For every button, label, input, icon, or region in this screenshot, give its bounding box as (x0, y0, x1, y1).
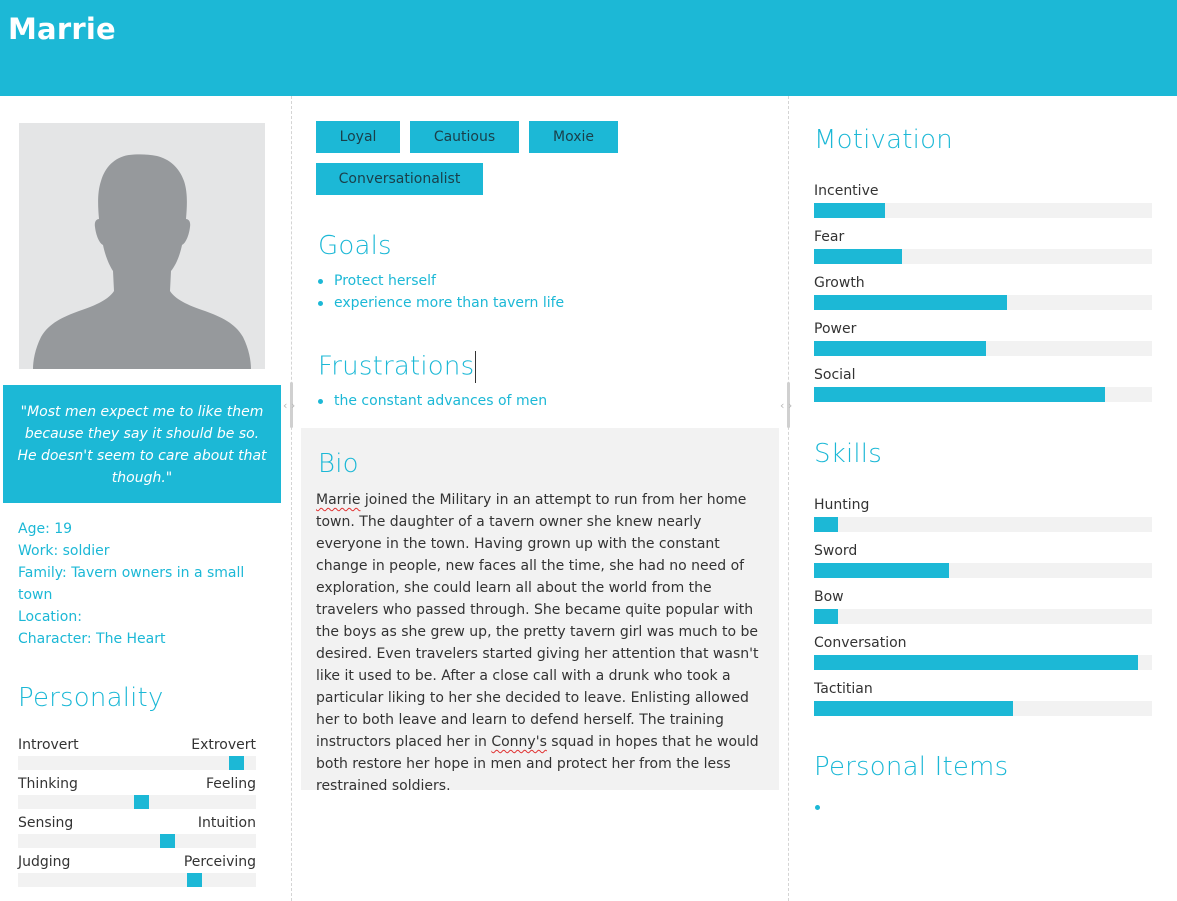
trait-left-label: Introvert (18, 737, 79, 753)
meter-track[interactable] (814, 295, 1152, 310)
meter-fill (814, 609, 838, 624)
meter-track[interactable] (814, 203, 1152, 218)
meter-fill (814, 563, 950, 578)
motivation-social: Social (814, 367, 1152, 407)
meter-label: Growth (814, 275, 865, 291)
fact-location: Location: (18, 609, 82, 625)
trait-slider-track[interactable] (18, 834, 256, 848)
meter-label: Fear (814, 229, 845, 245)
motivation-power: Power (814, 321, 1152, 361)
trait-right-label: Extrovert (191, 737, 256, 753)
meter-label: Sword (814, 543, 858, 559)
list-item[interactable]: experience more than tavern life (318, 292, 564, 314)
trait-right-label: Intuition (197, 815, 256, 831)
tag-moxie[interactable]: Moxie (529, 121, 618, 153)
meter-fill (814, 249, 902, 264)
meter-track[interactable] (814, 517, 1152, 532)
list-item[interactable]: Protect herself (318, 270, 564, 292)
trait-sensing-intuition: Sensing Intuition (18, 815, 256, 854)
frustrations-title[interactable]: Frustrations (318, 351, 477, 383)
motivation-title: Motivation (814, 125, 953, 155)
skill-bow: Bow (814, 589, 1152, 629)
meter-fill (814, 387, 1105, 402)
meter-track[interactable] (814, 341, 1152, 356)
skill-conversation: Conversation (814, 635, 1152, 675)
person-silhouette-icon (33, 154, 251, 369)
fact-character: Character: The Heart (18, 631, 166, 647)
meter-fill (814, 295, 1007, 310)
meter-fill (814, 701, 1014, 716)
frustrations-list: the constant advances of men (318, 390, 547, 412)
right-resize-arrows-icon: ‹ › (780, 399, 793, 412)
trait-slider-knob[interactable] (134, 795, 150, 809)
meter-label: Incentive (814, 183, 879, 199)
meter-fill (814, 341, 987, 356)
motivation-growth: Growth (814, 275, 1152, 315)
meter-track[interactable] (814, 655, 1152, 670)
left-resize-arrows-icon: ‹ › (283, 399, 296, 412)
trait-slider-knob[interactable] (229, 756, 245, 770)
trait-slider-track[interactable] (18, 795, 256, 809)
fact-work: Work: soldier (18, 543, 110, 559)
fact-family: Family: Tavern owners in a small town (18, 565, 245, 603)
bio-text-part: joined the Military in an attempt to run… (316, 492, 759, 750)
personality-title: Personality (18, 683, 164, 713)
spellcheck-word: Conny's (491, 734, 547, 750)
personal-items-title: Personal Items (814, 752, 1009, 782)
meter-label: Hunting (814, 497, 870, 513)
trait-judging-perceiving: Judging Perceiving (18, 854, 256, 893)
trait-slider-knob[interactable] (160, 834, 176, 848)
meter-track[interactable] (814, 249, 1152, 264)
personal-items-empty-bullet[interactable] (815, 805, 820, 810)
trait-slider-track[interactable] (18, 756, 256, 770)
trait-right-label: Feeling (205, 776, 256, 792)
right-column-divider (788, 96, 789, 901)
frustrations-title-text: Frustrations (318, 351, 475, 382)
skill-sword: Sword (814, 543, 1152, 583)
trait-thinking-feeling: Thinking Feeling (18, 776, 256, 815)
skills-title: Skills (814, 439, 882, 469)
meter-track[interactable] (814, 701, 1152, 716)
meter-fill (814, 517, 838, 532)
meter-track[interactable] (814, 609, 1152, 624)
goals-title: Goals (318, 231, 392, 261)
spellcheck-word: Marrie (316, 492, 361, 508)
bio-text[interactable]: Marrie joined the Military in an attempt… (316, 489, 766, 797)
meter-label: Tactitian (814, 681, 873, 697)
trait-left-label: Thinking (18, 776, 78, 792)
trait-right-label: Perceiving (183, 854, 256, 870)
character-quote: "Most men expect me to like them because… (3, 385, 281, 503)
left-column-divider (291, 96, 292, 901)
skill-hunting: Hunting (814, 497, 1152, 537)
fact-age: Age: 19 (18, 521, 73, 537)
header-bar: Marrie (0, 0, 1177, 96)
meter-label: Conversation (814, 635, 907, 651)
meter-fill (814, 655, 1139, 670)
meter-label: Bow (814, 589, 844, 605)
character-name[interactable]: Marrie (8, 12, 116, 46)
text-cursor (475, 351, 477, 383)
trait-introvert-extrovert: Introvert Extrovert (18, 737, 256, 776)
tag-loyal[interactable]: Loyal (316, 121, 400, 153)
skill-tactitian: Tactitian (814, 681, 1152, 721)
meter-fill (814, 203, 885, 218)
bio-title: Bio (318, 449, 359, 479)
tag-cautious[interactable]: Cautious (410, 121, 519, 153)
meter-label: Social (814, 367, 856, 383)
trait-left-label: Judging (18, 854, 71, 870)
avatar[interactable] (19, 123, 265, 369)
trait-slider-track[interactable] (18, 873, 256, 887)
trait-left-label: Sensing (18, 815, 74, 831)
tag-conversationalist[interactable]: Conversationalist (316, 163, 483, 195)
trait-slider-knob[interactable] (186, 873, 202, 887)
goals-list: Protect herself experience more than tav… (318, 270, 564, 314)
meter-label: Power (814, 321, 857, 337)
meter-track[interactable] (814, 563, 1152, 578)
motivation-fear: Fear (814, 229, 1152, 269)
list-item[interactable]: the constant advances of men (318, 390, 547, 412)
character-facts: Age: 19 Work: soldier Family: Tavern own… (18, 518, 268, 650)
motivation-incentive: Incentive (814, 183, 1152, 223)
meter-track[interactable] (814, 387, 1152, 402)
